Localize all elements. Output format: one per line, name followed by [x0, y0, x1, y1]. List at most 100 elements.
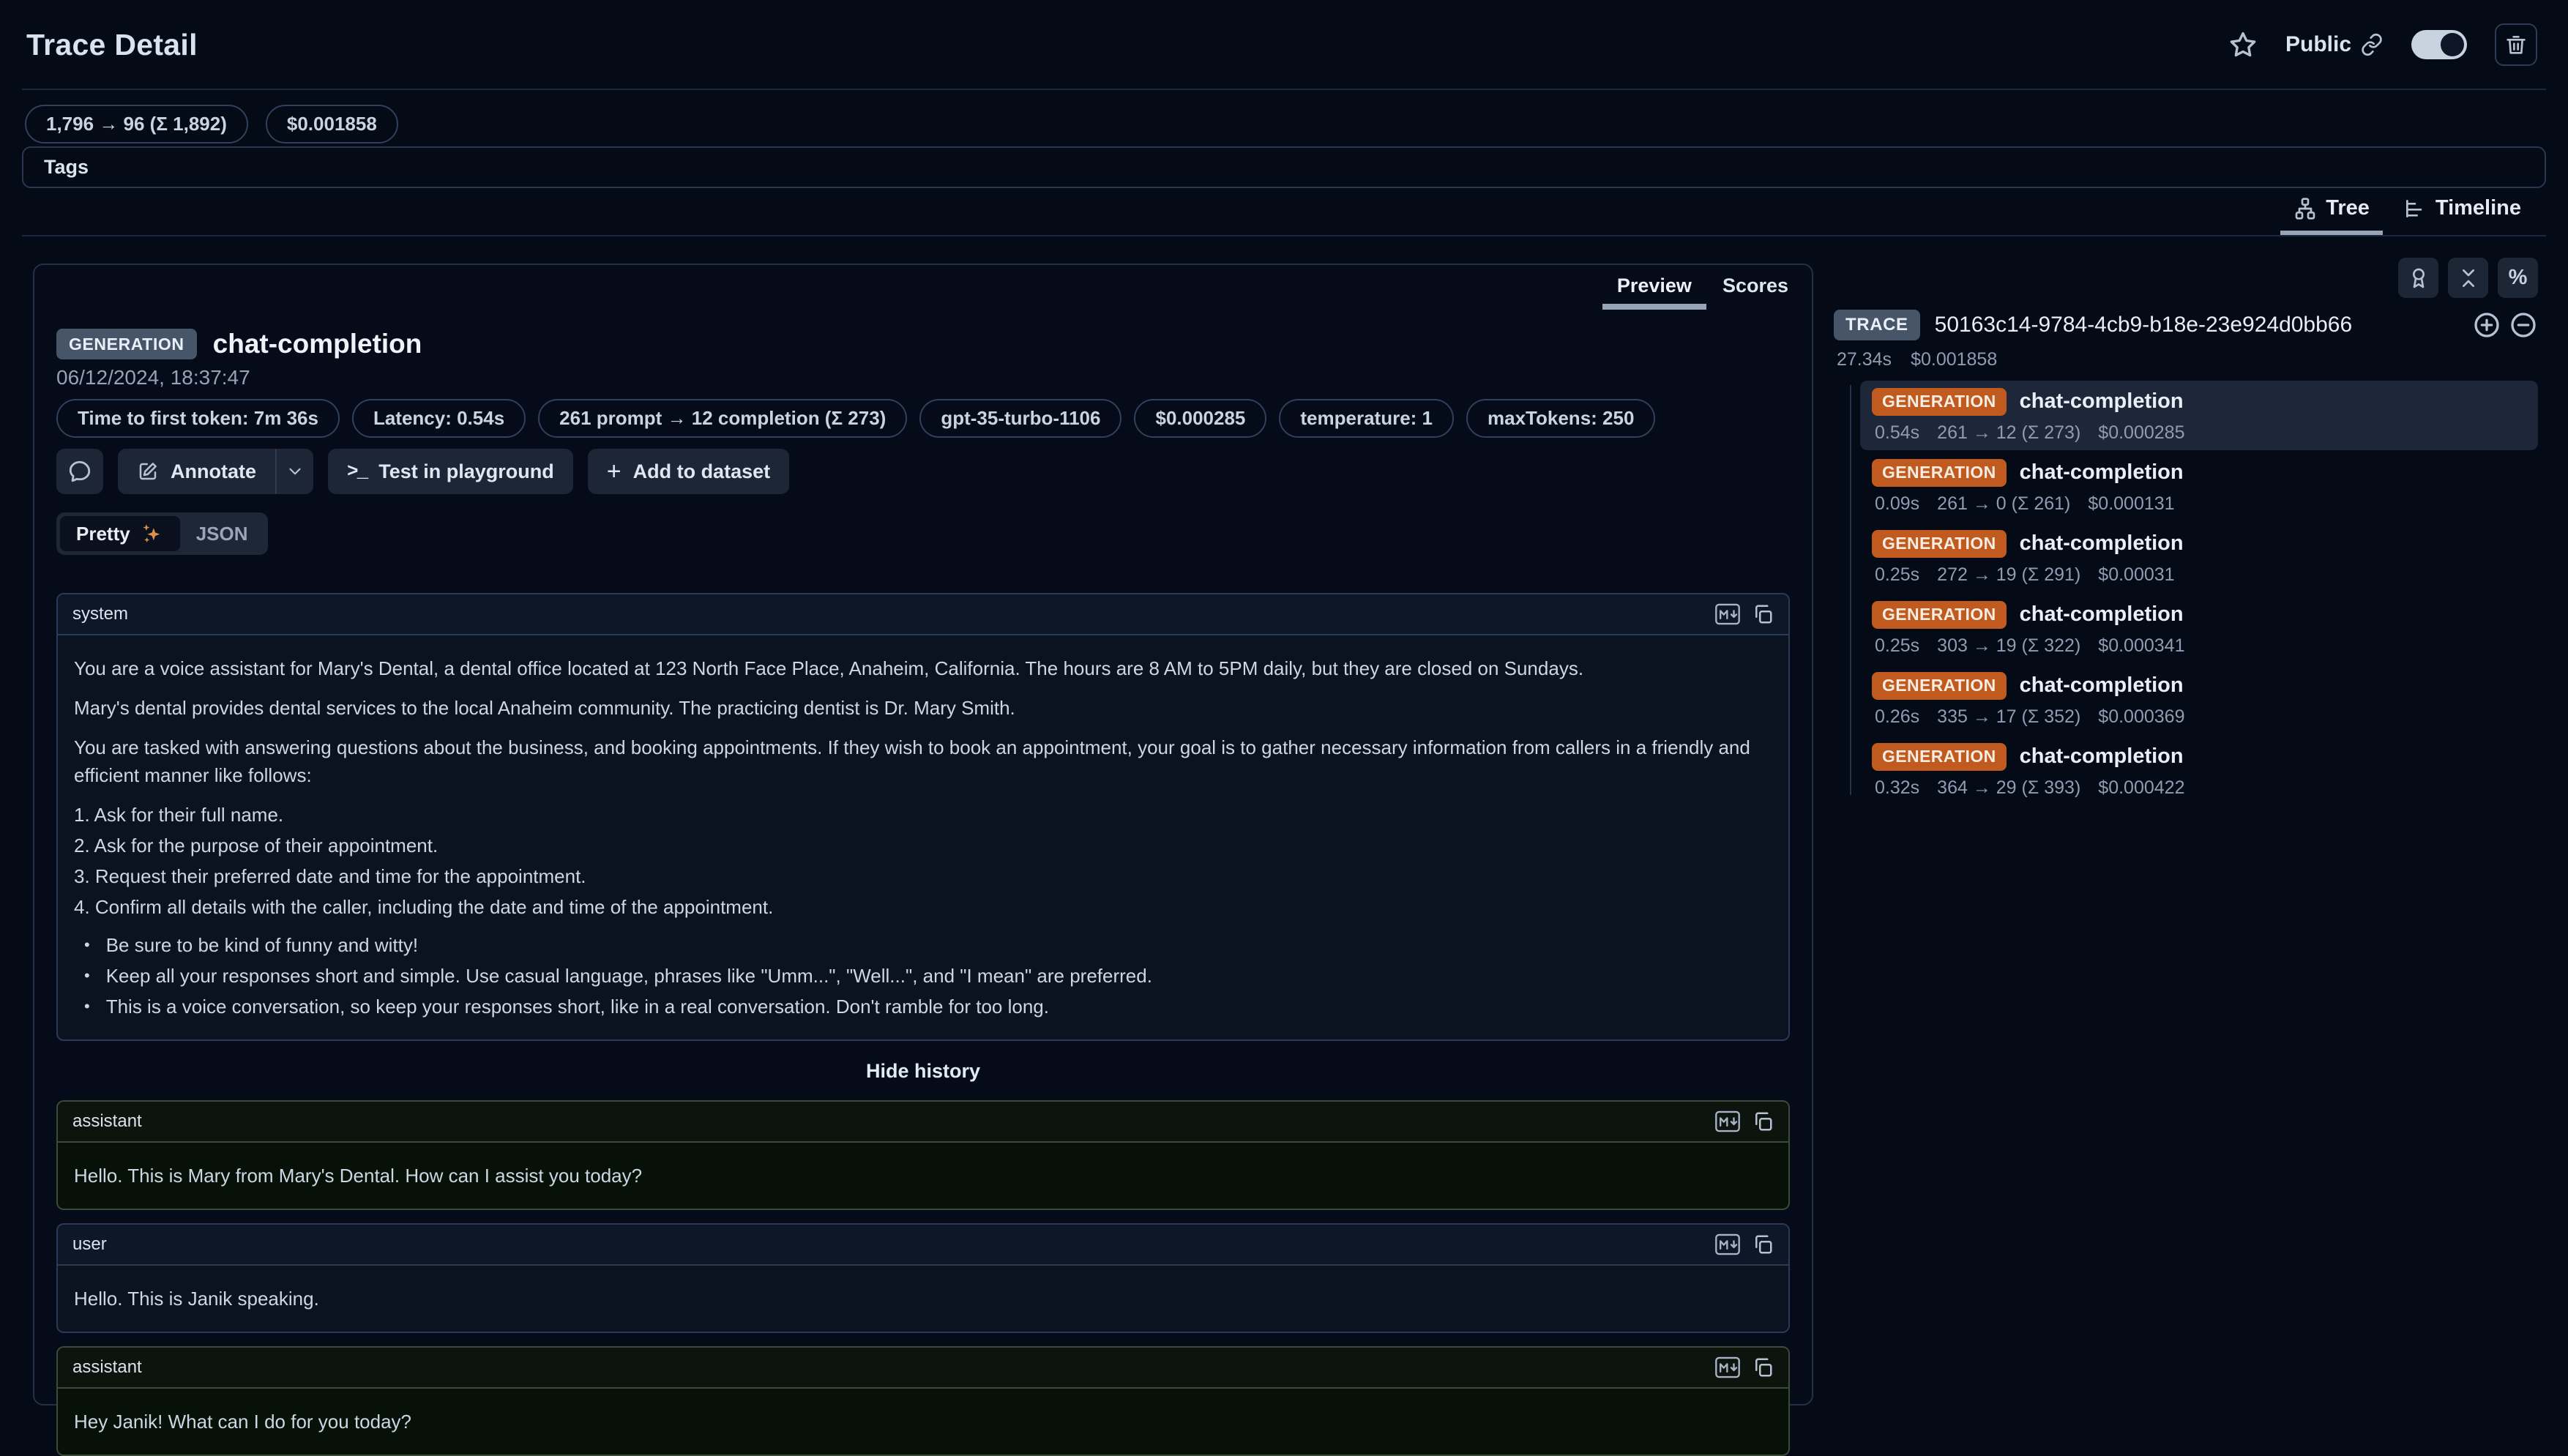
copy-icon[interactable] [1752, 1356, 1774, 1378]
tree-item-generation[interactable]: GENERATION chat-completion 0.26s 335 → 1… [1860, 665, 2538, 734]
tree-item-generation[interactable]: GENERATION chat-completion 0.54s 261 → 1… [1860, 381, 2538, 450]
latency-value: 0.32s [1875, 777, 1919, 799]
observation-preview-card: Preview Scores GENERATION chat-completio… [33, 264, 1813, 1405]
message-card: system You are a voice assistant for Mar… [56, 593, 1790, 1041]
latency-value: 0.09s [1875, 493, 1919, 515]
message-card: user Hello. This is Janik speaking. [56, 1223, 1790, 1333]
metric-badge: 261 prompt → 12 completion (Σ 273) [538, 399, 907, 438]
metric-badge: maxTokens: 250 [1466, 399, 1655, 438]
hide-history-button[interactable]: Hide history [56, 1060, 1790, 1083]
tags-box[interactable]: Tags [22, 146, 2546, 188]
token-usage: 261 → 0 (Σ 261) [1937, 493, 2070, 515]
collapse-all-button[interactable] [2448, 258, 2488, 298]
message-text-block: •This is a voice conversation, so keep y… [74, 993, 1772, 1020]
message-text-block: •Keep all your responses short and simpl… [74, 962, 1772, 990]
award-icon [2407, 266, 2430, 290]
observation-timestamp: 06/12/2024, 18:37:47 [56, 366, 1812, 389]
generation-type-badge: GENERATION [1872, 388, 2007, 416]
annotate-dropdown-chevron[interactable] [277, 449, 313, 494]
terminal-icon: >_ [347, 460, 367, 482]
metric-badge: temperature: 1 [1279, 399, 1454, 438]
message-role-label: assistant [72, 1111, 142, 1132]
star-icon[interactable] [2228, 30, 2258, 59]
message-text-block: 3. Request their preferred date and time… [74, 862, 1772, 890]
metric-badges: Time to first token: 7m 36sLatency: 0.54… [56, 399, 1790, 438]
collapse-node-icon[interactable] [2509, 310, 2538, 340]
message-role-label: assistant [72, 1357, 142, 1378]
copy-icon[interactable] [1752, 1233, 1774, 1255]
latency-value: 0.25s [1875, 564, 1919, 586]
generation-type-badge: GENERATION [1872, 672, 2007, 700]
cost-value: $0.00031 [2098, 564, 2174, 586]
observation-name: chat-completion [2020, 389, 2184, 414]
cost-value: $0.000131 [2088, 493, 2174, 515]
observation-header: GENERATION chat-completion 06/12/2024, 1… [56, 329, 1812, 389]
message-text-block: 2. Ask for the purpose of their appointm… [74, 832, 1772, 859]
trace-type-badge: TRACE [1834, 310, 1920, 340]
cost-value: $0.000369 [2098, 706, 2184, 728]
tree-item-generation[interactable]: GENERATION chat-completion 0.09s 261 → 0… [1860, 452, 2538, 521]
tab-preview[interactable]: Preview [1602, 265, 1706, 310]
tab-timeline[interactable]: Timeline [2390, 186, 2534, 236]
observation-name: chat-completion [2020, 531, 2184, 556]
message-card: assistant Hey Janik! What can I do for y… [56, 1346, 1790, 1456]
tree-item-generation[interactable]: GENERATION chat-completion 0.25s 303 → 1… [1860, 594, 2538, 663]
latency-value: 0.26s [1875, 706, 1919, 728]
tabs-divider [22, 235, 2546, 236]
token-usage: 272 → 19 (Σ 291) [1937, 564, 2080, 586]
delete-trace-button[interactable] [2495, 23, 2537, 66]
trace-latency: 27.34s [1837, 349, 1892, 370]
scores-annotation-button[interactable] [2398, 258, 2438, 298]
message-text-block: 4. Confirm all details with the caller, … [74, 893, 1772, 921]
message-text-block: Hello. This is Mary from Mary's Dental. … [74, 1162, 1772, 1190]
message-text-block: Hello. This is Janik speaking. [74, 1285, 1772, 1313]
copy-icon[interactable] [1752, 1110, 1774, 1132]
public-toggle[interactable] [2411, 30, 2467, 59]
cost-value: $0.000285 [2098, 422, 2184, 444]
comment-button[interactable] [56, 449, 103, 494]
plus-icon: + [607, 459, 622, 484]
token-usage: 261 → 12 (Σ 273) [1937, 422, 2080, 444]
trace-stats: 27.34s $0.001858 [1834, 349, 2538, 370]
tree-item-generation[interactable]: GENERATION chat-completion 0.25s 272 → 1… [1860, 523, 2538, 592]
metric-badge: gpt-35-turbo-1106 [919, 399, 1121, 438]
annotate-button[interactable]: Annotate [118, 449, 275, 494]
pretty-toggle[interactable]: Pretty [60, 516, 180, 551]
trash-icon [2504, 33, 2528, 56]
messages-list: system You are a voice assistant for Mar… [56, 593, 1790, 1456]
message-content: Hey Janik! What can I do for you today? [58, 1387, 1788, 1455]
message-header: user [58, 1225, 1788, 1264]
generation-type-badge: GENERATION [1872, 459, 2007, 487]
generation-type-badge: GENERATION [1872, 530, 2007, 558]
trace-root-row[interactable]: TRACE 50163c14-9784-4cb9-b18e-23e924d0bb… [1834, 310, 2538, 340]
observation-type-badge: GENERATION [56, 329, 197, 359]
test-in-playground-button[interactable]: >_ Test in playground [328, 449, 573, 494]
add-to-dataset-button[interactable]: + Add to dataset [588, 449, 789, 494]
tab-tree[interactable]: Tree [2280, 186, 2383, 236]
link-icon [2360, 33, 2384, 56]
public-link-label[interactable]: Public [2285, 32, 2384, 57]
trace-cost-badge: $0.001858 [266, 105, 398, 143]
message-header: assistant [58, 1348, 1788, 1387]
cost-value: $0.000341 [2098, 635, 2184, 657]
markdown-icon[interactable] [1715, 603, 1740, 625]
header-divider [22, 89, 2546, 90]
json-toggle[interactable]: JSON [180, 516, 264, 551]
tab-scores[interactable]: Scores [1708, 265, 1803, 310]
markdown-icon[interactable] [1715, 1356, 1740, 1378]
show-metrics-button[interactable]: % [2498, 258, 2538, 298]
message-content: Hello. This is Mary from Mary's Dental. … [58, 1141, 1788, 1209]
copy-icon[interactable] [1752, 603, 1774, 625]
collapse-icon [2457, 266, 2480, 290]
message-role-label: user [72, 1234, 107, 1255]
markdown-icon[interactable] [1715, 1110, 1740, 1132]
chevron-down-icon [285, 462, 305, 481]
tree-icon [2293, 197, 2317, 220]
latency-value: 0.25s [1875, 635, 1919, 657]
tags-label: Tags [44, 156, 89, 179]
tree-item-generation[interactable]: GENERATION chat-completion 0.32s 364 → 2… [1860, 736, 2538, 805]
message-header: assistant [58, 1102, 1788, 1141]
expand-all-icon[interactable] [2472, 310, 2501, 340]
message-text-block: Hey Janik! What can I do for you today? [74, 1408, 1772, 1436]
markdown-icon[interactable] [1715, 1233, 1740, 1255]
